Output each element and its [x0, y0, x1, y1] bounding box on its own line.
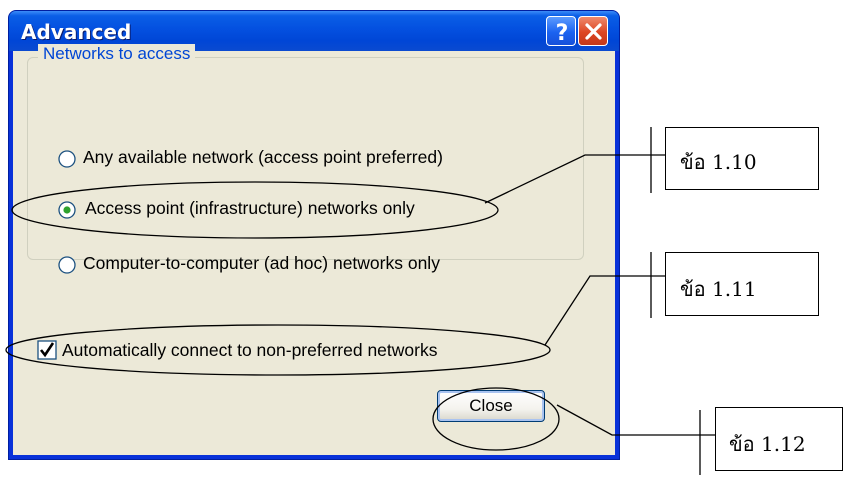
leader-line-1-10 — [484, 154, 665, 204]
highlight-ellipse-checkbox — [5, 324, 551, 376]
annotation-box-1-12: ข้อ 1.12 — [715, 407, 843, 471]
annotation-label-1-12: ข้อ 1.12 — [729, 432, 806, 456]
annotation-box-1-11: ข้อ 1.11 — [665, 252, 819, 316]
leader-line-1-11 — [544, 275, 665, 346]
annotation-label-1-10: ข้อ 1.10 — [680, 150, 757, 174]
annotation-label-1-11: ข้อ 1.11 — [680, 277, 757, 301]
leader-line-1-12 — [556, 404, 715, 436]
highlight-ellipse-close — [432, 387, 560, 451]
annotation-box-1-10: ข้อ 1.10 — [665, 127, 819, 190]
highlight-ellipse-option — [11, 181, 499, 239]
